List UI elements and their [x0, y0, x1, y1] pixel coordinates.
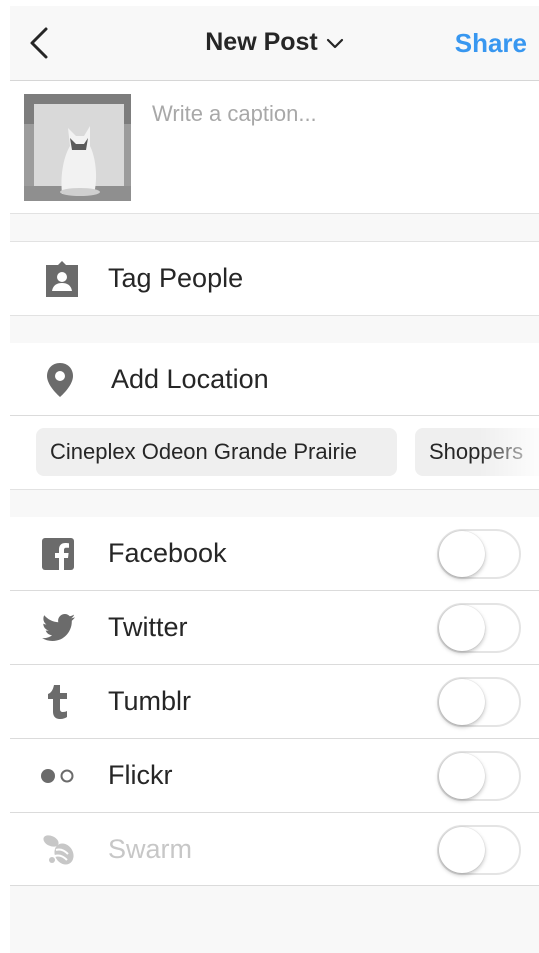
share-button[interactable]: Share	[455, 28, 527, 59]
caption-input[interactable]	[152, 101, 522, 191]
section-separator	[10, 315, 539, 344]
twitter-icon	[42, 613, 76, 642]
toggle-knob	[439, 826, 485, 873]
post-type-selector[interactable]: New Post	[205, 28, 344, 57]
new-post-screen: New Post Share Write a caption... Tag Pe…	[10, 6, 539, 953]
swarm-label: Swarm	[108, 834, 193, 864]
flickr-icon	[40, 768, 76, 784]
toggle-knob	[439, 678, 485, 725]
toggle-knob	[439, 530, 485, 577]
share-twitter-row: Twitter	[10, 591, 539, 664]
share-swarm-row: Swarm	[10, 813, 539, 886]
toggle-knob	[439, 752, 485, 799]
facebook-icon	[42, 537, 74, 570]
twitter-toggle[interactable]	[437, 602, 521, 653]
bottom-spacer	[10, 886, 539, 953]
tumblr-label: Tumblr	[108, 686, 192, 716]
page-title-text: New Post	[205, 28, 318, 56]
facebook-label: Facebook	[108, 538, 227, 568]
tag-person-icon	[42, 259, 82, 299]
add-location-row[interactable]: Add Location	[10, 343, 539, 416]
cat-photo	[24, 94, 131, 201]
twitter-label: Twitter	[108, 612, 188, 642]
flickr-label: Flickr	[108, 760, 173, 790]
location-chip[interactable]: Shoppers	[415, 428, 539, 476]
add-location-label: Add Location	[111, 364, 269, 394]
share-tumblr-row: Tumblr	[10, 665, 539, 738]
share-facebook-row: Facebook	[10, 517, 539, 590]
location-suggestions: Cineplex Odeon Grande Prairie Shoppers	[10, 416, 539, 489]
tag-people-row[interactable]: Tag People	[10, 242, 539, 315]
chevron-down-icon	[326, 38, 343, 48]
tumblr-toggle[interactable]	[437, 676, 521, 727]
swarm-icon	[42, 834, 78, 866]
section-separator	[10, 489, 539, 518]
tumblr-icon	[46, 684, 70, 719]
toggle-knob	[439, 604, 485, 651]
facebook-toggle[interactable]	[437, 528, 521, 579]
section-separator	[10, 213, 539, 242]
tag-people-label: Tag People	[108, 263, 244, 293]
location-chip[interactable]: Cineplex Odeon Grande Prairie	[36, 428, 397, 476]
share-flickr-row: Flickr	[10, 739, 539, 812]
caption-row	[10, 81, 539, 213]
post-thumbnail[interactable]	[24, 94, 131, 201]
location-pin-icon	[46, 362, 74, 398]
flickr-toggle[interactable]	[437, 750, 521, 801]
navigation-bar: New Post Share	[10, 6, 539, 81]
swarm-toggle[interactable]	[437, 824, 521, 875]
